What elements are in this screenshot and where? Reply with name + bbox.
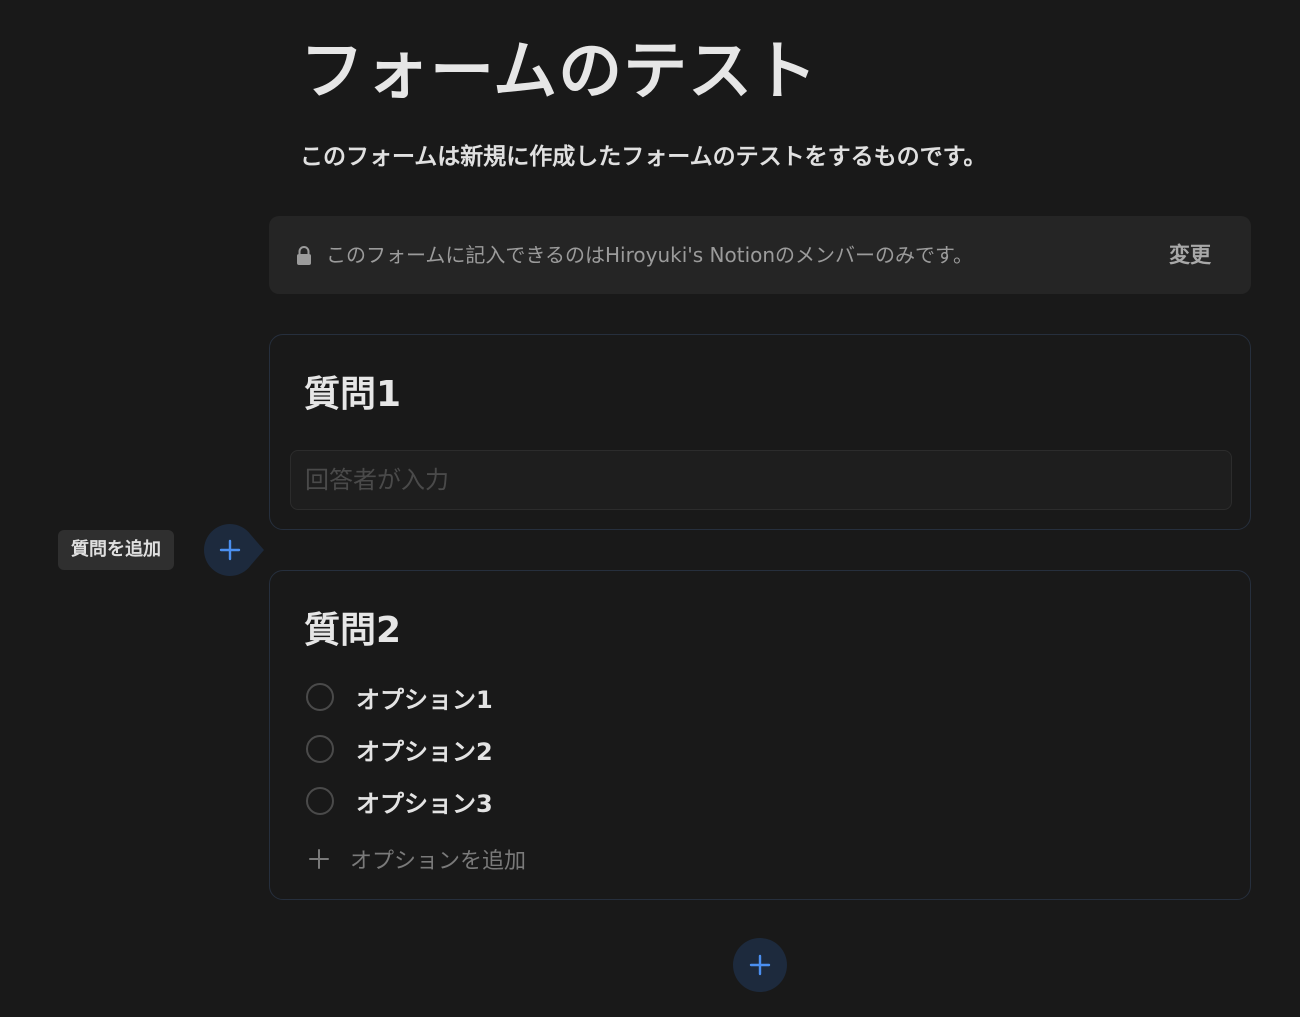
question-title[interactable]: 質問2 bbox=[304, 607, 401, 655]
question-card-1[interactable]: 質問1 bbox=[269, 334, 1251, 530]
add-option-label: オプションを追加 bbox=[350, 849, 527, 874]
option-row[interactable]: オプション3 bbox=[306, 783, 493, 819]
plus-icon bbox=[204, 524, 264, 576]
lock-icon bbox=[297, 246, 311, 265]
add-question-button[interactable] bbox=[202, 524, 266, 576]
radio-button[interactable] bbox=[306, 735, 334, 763]
change-permission-button[interactable]: 変更 bbox=[1169, 236, 1211, 274]
radio-button[interactable] bbox=[306, 683, 334, 711]
question-title[interactable]: 質問1 bbox=[304, 371, 401, 419]
permission-text: このフォームに記入できるのはHiroyuki's Notionのメンバーのみです… bbox=[326, 243, 974, 267]
plus-icon bbox=[309, 849, 329, 869]
form-editor-page: フォームのテスト このフォームは新規に作成したフォームのテストをするものです。 … bbox=[0, 0, 1300, 1017]
option-label[interactable]: オプション1 bbox=[356, 680, 493, 715]
plus-icon bbox=[749, 954, 771, 976]
add-question-bottom-button[interactable] bbox=[733, 938, 787, 992]
add-question-tooltip: 質問を追加 bbox=[58, 530, 174, 570]
option-row[interactable]: オプション1 bbox=[306, 679, 493, 715]
option-label[interactable]: オプション3 bbox=[356, 784, 493, 819]
radio-button[interactable] bbox=[306, 787, 334, 815]
permission-banner: このフォームに記入できるのはHiroyuki's Notionのメンバーのみです… bbox=[269, 216, 1251, 294]
form-title[interactable]: フォームのテスト bbox=[300, 30, 818, 114]
option-row[interactable]: オプション2 bbox=[306, 731, 493, 767]
answer-input[interactable] bbox=[290, 450, 1232, 510]
option-label[interactable]: オプション2 bbox=[356, 732, 493, 767]
add-option-button[interactable]: オプションを追加 bbox=[308, 841, 526, 877]
question-card-2[interactable]: 質問2 オプション1 オプション2 オプション3 オプションを追加 bbox=[269, 570, 1251, 900]
form-description[interactable]: このフォームは新規に作成したフォームのテストをするものです。 bbox=[300, 140, 986, 174]
